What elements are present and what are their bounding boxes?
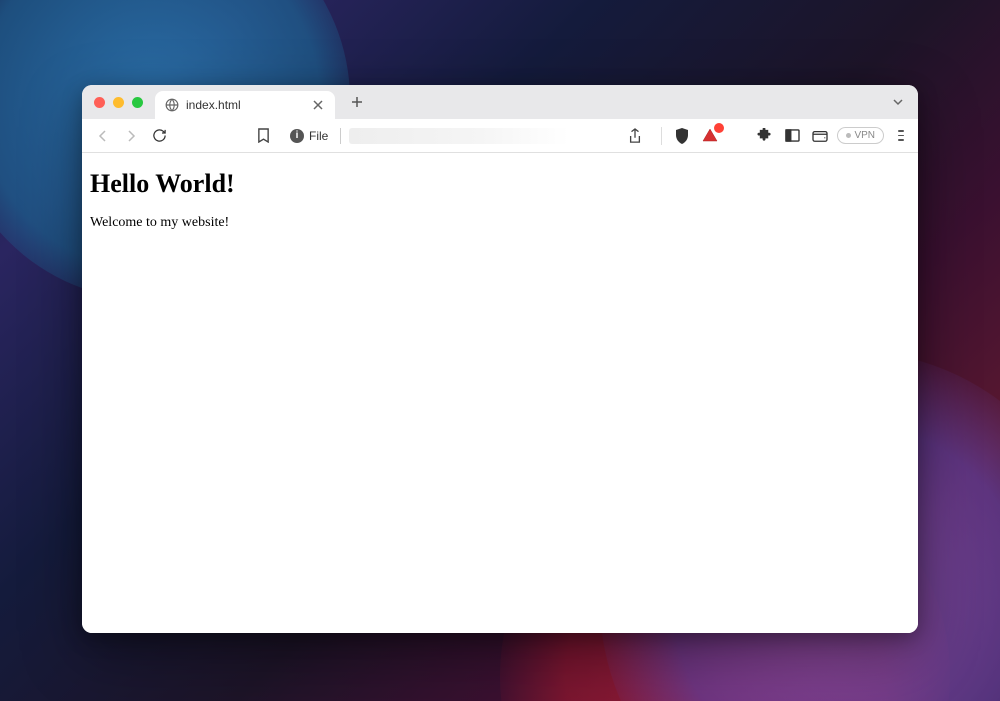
browser-window: index.html: [82, 85, 918, 633]
divider: [340, 128, 341, 144]
browser-tab[interactable]: index.html: [155, 91, 335, 119]
url-scheme-label: File: [309, 129, 328, 143]
close-window-button[interactable]: [94, 97, 105, 108]
window-controls: [90, 97, 149, 108]
url-text-obscured: [349, 128, 569, 144]
divider: [661, 127, 662, 145]
page-heading: Hello World!: [90, 169, 910, 199]
tab-list-dropdown[interactable]: [886, 98, 910, 106]
maximize-window-button[interactable]: [132, 97, 143, 108]
vpn-button[interactable]: VPN: [837, 127, 884, 144]
address-bar: i File: [286, 125, 646, 147]
page-content: Hello World! Welcome to my website!: [82, 153, 918, 633]
vpn-status-dot: [846, 133, 851, 138]
sidebar-button[interactable]: [781, 125, 803, 147]
site-info-button[interactable]: i File: [286, 129, 332, 143]
close-tab-button[interactable]: [311, 98, 325, 112]
browser-toolbar: i File: [82, 119, 918, 153]
tab-bar: index.html: [82, 85, 918, 119]
tab-title: index.html: [186, 98, 304, 112]
notification-badge: [714, 123, 724, 133]
forward-button[interactable]: [120, 125, 142, 147]
brave-shields-button[interactable]: [671, 125, 693, 147]
globe-icon: [165, 98, 179, 112]
info-icon: i: [290, 129, 304, 143]
bookmark-button[interactable]: [252, 125, 274, 147]
url-input[interactable]: [349, 125, 616, 147]
reload-button[interactable]: [148, 125, 170, 147]
minimize-window-button[interactable]: [113, 97, 124, 108]
menu-button[interactable]: [894, 126, 908, 145]
new-tab-button[interactable]: [345, 90, 369, 114]
brave-rewards-button[interactable]: [699, 125, 721, 147]
page-paragraph: Welcome to my website!: [90, 215, 910, 231]
vpn-label: VPN: [854, 130, 875, 141]
wallet-button[interactable]: [809, 125, 831, 147]
back-button[interactable]: [92, 125, 114, 147]
extensions-button[interactable]: [753, 125, 775, 147]
share-button[interactable]: [624, 125, 646, 147]
